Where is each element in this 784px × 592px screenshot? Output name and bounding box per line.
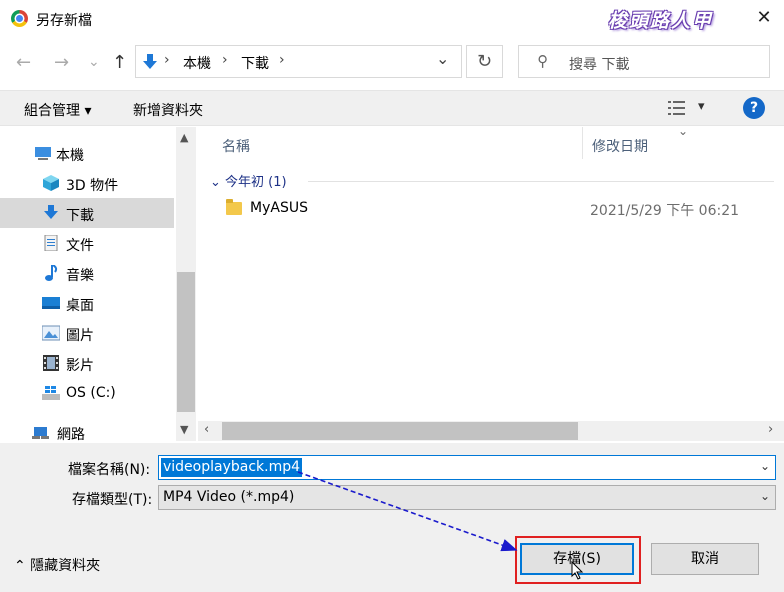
sidebar-item-3d-objects[interactable]: 3D 物件 — [0, 168, 174, 198]
search-icon: ⚲ — [537, 52, 548, 70]
column-header-name[interactable]: 名稱 — [222, 136, 250, 156]
sidebar-item-label: 本機 — [56, 148, 84, 164]
group-header[interactable]: ⌄ 今年初 (1) — [210, 171, 287, 190]
chevron-down-icon[interactable]: ⌄ — [760, 489, 770, 503]
cube-icon — [43, 175, 59, 191]
mouse-cursor-icon — [571, 561, 584, 580]
scrollbar-thumb[interactable] — [222, 422, 578, 440]
hide-folders-button[interactable]: ⌃ 隱藏資料夾 — [14, 555, 100, 575]
sidebar-item-label: 3D 物件 — [66, 178, 119, 194]
address-dropdown-button[interactable]: ⌄ — [436, 49, 449, 68]
new-folder-button[interactable]: 新增資料夾 — [133, 100, 203, 120]
chrome-icon — [11, 10, 28, 27]
sort-chevron-icon: ⌄ — [678, 124, 689, 138]
video-icon — [43, 355, 59, 371]
close-button[interactable]: ✕ — [752, 6, 776, 30]
list-item[interactable]: MyASUS 2021/5/29 下午 06:21 — [220, 197, 776, 223]
forward-button[interactable]: → — [54, 52, 69, 73]
desktop-icon — [42, 297, 60, 309]
recent-locations-button[interactable]: ⌄ — [88, 54, 100, 70]
download-icon — [44, 205, 58, 219]
column-header-date[interactable]: 修改日期 — [592, 136, 648, 156]
computer-icon — [35, 147, 51, 160]
filename-input[interactable]: videoplayback.mp4 ⌄ — [158, 455, 776, 480]
document-icon — [44, 235, 58, 251]
sidebar-item-label: 桌面 — [66, 298, 94, 314]
sidebar-item-music[interactable]: 音樂 — [0, 258, 174, 288]
breadcrumb-downloads[interactable]: 下載 — [241, 53, 269, 73]
scroll-down-arrow[interactable]: ▼ — [180, 423, 188, 436]
address-bar[interactable]: › 本機 › 下載 › ⌄ — [135, 45, 462, 78]
download-icon — [143, 54, 157, 69]
sidebar-item-label: 網路 — [57, 427, 85, 443]
sidebar-item-label: 影片 — [66, 358, 94, 374]
filename-value: videoplayback.mp4 — [161, 458, 303, 477]
sidebar-item-os-c[interactable]: OS (C:) — [0, 378, 174, 408]
navigation-pane: 本機 3D 物件 下載 文件 音樂 桌面 圖片 影片 OS (C:) 網路 — [0, 127, 196, 443]
file-name: MyASUS — [250, 200, 308, 216]
filetype-select[interactable]: MP4 Video (*.mp4) ⌄ — [158, 485, 776, 510]
breadcrumb-separator: › — [222, 52, 228, 68]
chevron-down-icon[interactable]: ⌄ — [760, 459, 770, 473]
drive-icon — [42, 386, 60, 400]
music-icon — [45, 265, 58, 281]
sidebar-item-downloads[interactable]: 下載 — [0, 198, 174, 228]
sidebar-item-desktop[interactable]: 桌面 — [0, 288, 174, 318]
sidebar-item-label: OS (C:) — [66, 385, 116, 401]
breadcrumb-separator: › — [164, 52, 170, 68]
search-box[interactable]: ⚲ 搜尋 下載 — [518, 45, 770, 78]
column-divider[interactable] — [582, 127, 583, 159]
filetype-value: MP4 Video (*.mp4) — [163, 489, 295, 505]
sidebar-item-documents[interactable]: 文件 — [0, 228, 174, 258]
folder-icon — [226, 199, 242, 215]
sidebar-item-videos[interactable]: 影片 — [0, 348, 174, 378]
sidebar-item-label: 下載 — [66, 208, 94, 224]
picture-icon — [42, 325, 60, 341]
network-icon — [32, 427, 49, 439]
back-button[interactable]: ← — [16, 52, 31, 73]
scrollbar-thumb[interactable] — [177, 272, 195, 412]
sidebar-item-pictures[interactable]: 圖片 — [0, 318, 174, 348]
scroll-left-arrow[interactable]: ‹ — [204, 422, 209, 437]
window-title: 另存新檔 — [36, 13, 92, 29]
title-bar: 另存新檔 梭頭路人甲 ✕ — [0, 0, 784, 38]
organize-menu[interactable]: 組合管理 ▾ — [24, 100, 91, 120]
help-button[interactable]: ? — [743, 97, 765, 119]
refresh-button[interactable]: ↻ — [466, 45, 503, 78]
filename-label: 檔案名稱(N): — [68, 462, 151, 478]
file-list-pane: 名稱 ⌄ 修改日期 ⌄ 今年初 (1) MyASUS 2021/5/29 下午 … — [198, 124, 784, 441]
view-menu-dropdown[interactable]: ▾ — [698, 99, 705, 114]
filetype-label: 存檔類型(T): — [72, 492, 153, 508]
up-button[interactable]: ↑ — [112, 52, 127, 73]
command-bar: 組合管理 ▾ 新增資料夾 ▾ ? — [0, 90, 784, 126]
watermark: 梭頭路人甲 — [608, 10, 714, 32]
sidebar-item-this-pc[interactable]: 本機 — [0, 138, 174, 168]
sidebar-item-label: 文件 — [66, 238, 94, 254]
horizontal-scrollbar[interactable]: ‹ › — [198, 421, 784, 441]
sidebar-item-label: 圖片 — [66, 328, 94, 344]
cancel-button[interactable]: 取消 — [651, 543, 759, 575]
group-divider — [308, 181, 774, 182]
scroll-right-arrow[interactable]: › — [768, 422, 773, 437]
navigation-scrollbar[interactable]: ▲ ▼ — [176, 127, 196, 441]
breadcrumb-separator: › — [279, 52, 285, 68]
file-date: 2021/5/29 下午 06:21 — [590, 203, 740, 219]
scroll-up-arrow[interactable]: ▲ — [180, 131, 188, 144]
sidebar-item-label: 音樂 — [66, 268, 94, 284]
breadcrumb-this-pc[interactable]: 本機 — [183, 53, 211, 73]
view-options-icon[interactable] — [668, 100, 688, 116]
search-placeholder: 搜尋 下載 — [569, 57, 630, 73]
